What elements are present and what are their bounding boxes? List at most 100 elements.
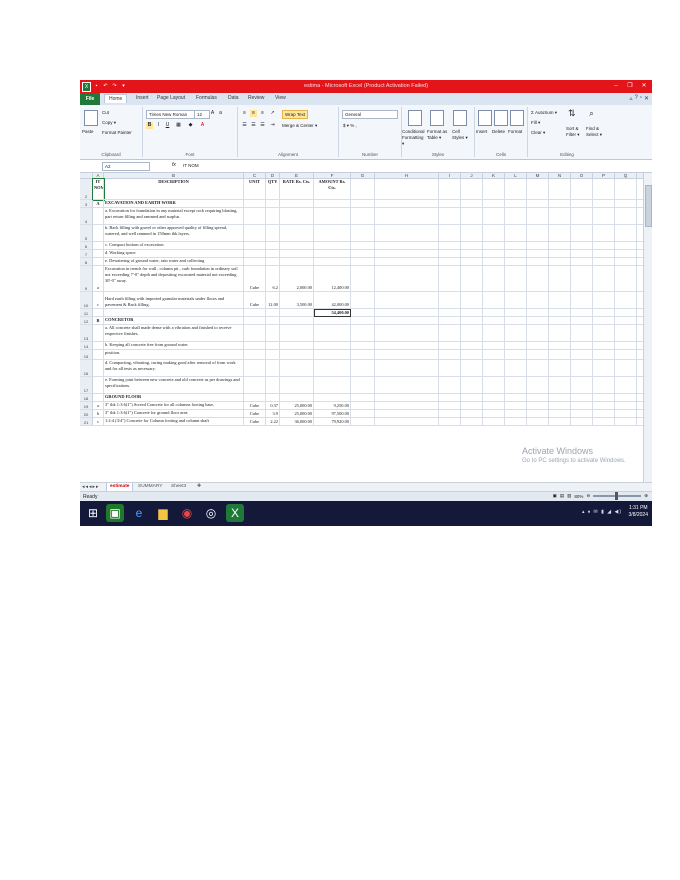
- cell[interactable]: [505, 360, 527, 377]
- cell[interactable]: [505, 410, 527, 418]
- cell[interactable]: [439, 258, 461, 266]
- cell[interactable]: [351, 317, 375, 325]
- cell[interactable]: UNIT: [244, 179, 266, 200]
- tab-file[interactable]: File: [80, 93, 100, 105]
- cell[interactable]: [439, 250, 461, 258]
- cell[interactable]: [527, 377, 549, 394]
- cell[interactable]: [375, 350, 439, 360]
- cell[interactable]: [314, 225, 351, 242]
- cell[interactable]: Cube: [244, 418, 266, 426]
- cell[interactable]: [375, 394, 439, 402]
- merge-center-button[interactable]: Merge & Center ▾: [282, 123, 317, 129]
- cell[interactable]: [615, 410, 637, 418]
- cell[interactable]: [266, 360, 280, 377]
- cell[interactable]: [593, 250, 615, 258]
- cell[interactable]: [244, 350, 266, 360]
- view-normal-icon[interactable]: ▣: [553, 493, 557, 499]
- cell[interactable]: [244, 200, 266, 208]
- tab-data[interactable]: Data: [228, 95, 239, 101]
- cell[interactable]: [461, 266, 483, 292]
- cell[interactable]: [505, 258, 527, 266]
- cell[interactable]: [280, 350, 314, 360]
- view-layout-icon[interactable]: ▤: [560, 493, 564, 499]
- align-center-icon[interactable]: ☰: [250, 122, 257, 129]
- cell[interactable]: [483, 410, 505, 418]
- format-painter-button[interactable]: Format Painter: [102, 130, 132, 135]
- cell[interactable]: [439, 410, 461, 418]
- cell[interactable]: 0.37: [266, 402, 280, 410]
- cell[interactable]: GROUND FLOOR: [104, 394, 244, 402]
- cell[interactable]: [244, 242, 266, 250]
- conditional-formatting-button[interactable]: Conditional Formatting ▾: [402, 129, 426, 147]
- cell[interactable]: [266, 394, 280, 402]
- zoom-slider[interactable]: [593, 492, 642, 500]
- cell[interactable]: [549, 266, 571, 292]
- cell[interactable]: [351, 242, 375, 250]
- cell[interactable]: [527, 200, 549, 208]
- cell[interactable]: [439, 225, 461, 242]
- cell[interactable]: [549, 242, 571, 250]
- new-sheet-icon[interactable]: ✚: [194, 483, 204, 491]
- cell[interactable]: [439, 394, 461, 402]
- cell[interactable]: [593, 350, 615, 360]
- row-header[interactable]: 5: [80, 225, 93, 242]
- cell[interactable]: [351, 350, 375, 360]
- cell[interactable]: [571, 317, 593, 325]
- row-header[interactable]: 11: [80, 309, 93, 317]
- cell[interactable]: 25,000.00: [280, 402, 314, 410]
- cell[interactable]: [571, 418, 593, 426]
- formula-input[interactable]: IT NOM: [183, 162, 199, 169]
- cell[interactable]: [351, 360, 375, 377]
- cell[interactable]: d. Working space.: [104, 250, 244, 258]
- tab-insert[interactable]: Insert: [136, 95, 149, 101]
- cell[interactable]: [527, 342, 549, 350]
- cell[interactable]: [375, 250, 439, 258]
- cell[interactable]: [549, 402, 571, 410]
- cell[interactable]: [505, 266, 527, 292]
- cell-styles-icon[interactable]: [453, 110, 467, 126]
- cell[interactable]: [483, 309, 505, 317]
- cell[interactable]: [439, 292, 461, 309]
- cell[interactable]: [351, 258, 375, 266]
- cell[interactable]: [244, 317, 266, 325]
- cell[interactable]: [439, 418, 461, 426]
- cell[interactable]: 3" thk 1:3:6(1") Screed Concrete for all…: [104, 402, 244, 410]
- cell[interactable]: 3,500.00: [280, 292, 314, 309]
- cell[interactable]: [593, 360, 615, 377]
- system-tray[interactable]: ▴ ⬧ ✉ ▮ ◢ ◀): [582, 509, 622, 515]
- cell[interactable]: [439, 325, 461, 342]
- cell[interactable]: [505, 350, 527, 360]
- cell[interactable]: [93, 258, 104, 266]
- cell[interactable]: [549, 377, 571, 394]
- row-header[interactable]: 21: [80, 418, 93, 426]
- cell[interactable]: [483, 225, 505, 242]
- minimize-button[interactable]: –: [610, 81, 622, 91]
- cell[interactable]: [439, 179, 461, 200]
- cell[interactable]: [93, 350, 104, 360]
- cell[interactable]: [461, 200, 483, 208]
- cell[interactable]: [461, 402, 483, 410]
- tab-page-layout[interactable]: Page Layout: [157, 95, 185, 101]
- cell[interactable]: [375, 360, 439, 377]
- cell[interactable]: [461, 317, 483, 325]
- cell[interactable]: [439, 342, 461, 350]
- cell[interactable]: [483, 200, 505, 208]
- cell[interactable]: [593, 179, 615, 200]
- underline-icon[interactable]: U: [164, 122, 171, 129]
- cell[interactable]: [461, 350, 483, 360]
- cell[interactable]: [266, 258, 280, 266]
- cell[interactable]: [266, 342, 280, 350]
- cell[interactable]: [266, 317, 280, 325]
- cell[interactable]: [483, 377, 505, 394]
- cell[interactable]: [571, 266, 593, 292]
- cell[interactable]: [375, 292, 439, 309]
- cell[interactable]: Hard earth filling with imported granula…: [104, 292, 244, 309]
- cell[interactable]: [266, 350, 280, 360]
- vertical-scrollbar[interactable]: [643, 173, 652, 482]
- cell[interactable]: B: [93, 317, 104, 325]
- cell[interactable]: [615, 402, 637, 410]
- format-as-table-icon[interactable]: [430, 110, 444, 126]
- system-clock[interactable]: 1:31 PM 3/8/2024: [629, 505, 648, 519]
- cell[interactable]: [461, 242, 483, 250]
- cell[interactable]: [527, 402, 549, 410]
